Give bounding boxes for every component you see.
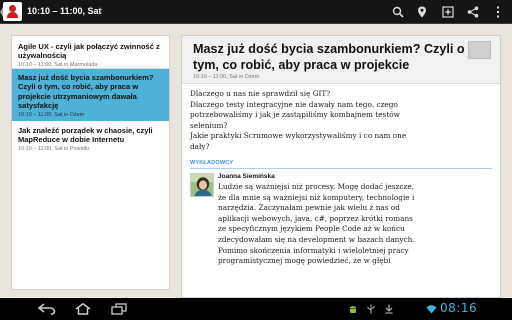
detail-title: Masz już dość bycia szambonurkiem? Czyli… xyxy=(193,42,465,72)
session-meta: 10:10 – 11:00, Sat in Dżem xyxy=(18,111,85,118)
add-calendar-icon xyxy=(442,6,454,18)
wifi-icon xyxy=(426,303,437,314)
detail-header: Masz już dość bycia szambonurkiem? Czyli… xyxy=(182,36,500,84)
session-meta: 10:10 – 11:00, Sat in Marmolada xyxy=(18,61,98,68)
action-bar-title: 10:10 – 11:00, Sat xyxy=(27,6,102,16)
overflow-menu-button[interactable] xyxy=(486,0,510,24)
content-area: Agile UX - czyli jak połączyć zwinność z… xyxy=(0,24,512,298)
session-title: Jak znaleźć porządek w chaosie, czyli Ma… xyxy=(18,126,153,145)
recent-apps-icon xyxy=(111,303,127,315)
speaker-name[interactable]: Joanna Siemińska xyxy=(218,173,275,180)
session-list-item[interactable]: Agile UX - czyli jak połączyć zwinność z… xyxy=(12,39,169,68)
system-bar: 08:16 xyxy=(0,298,512,320)
speaker-avatar[interactable] xyxy=(190,173,214,197)
map-pin-icon xyxy=(418,6,426,18)
session-list-item-selected[interactable]: Masz już dość bycia szambonurkiem? Czyli… xyxy=(12,69,169,121)
add-to-calendar-button[interactable] xyxy=(436,0,460,24)
action-bar: 10:10 – 11:00, Sat xyxy=(0,0,512,24)
usb-icon xyxy=(365,303,376,314)
session-title: Masz już dość bycia szambonurkiem? Czyli… xyxy=(18,73,154,111)
back-icon xyxy=(38,303,56,315)
favorite-button[interactable] xyxy=(468,41,491,59)
speaker-bio: Ludzie są ważniejsi niż procesy. Mogę do… xyxy=(218,182,415,266)
app-logo-icon xyxy=(3,2,22,21)
abstract-paragraph: Jakie praktyki Scrumowe wykorzystywaliśm… xyxy=(190,131,407,151)
share-button[interactable] xyxy=(461,0,485,24)
speakers-section-label: WYKŁADOWCY xyxy=(190,160,234,166)
back-button[interactable] xyxy=(34,300,60,318)
map-button[interactable] xyxy=(410,0,434,24)
detail-abstract: Dlaczego u nas nie sprawdził się GIT? Dl… xyxy=(190,89,416,152)
abstract-paragraph: Dlaczego testy integracyjne nie dawały n… xyxy=(190,99,400,130)
search-icon xyxy=(392,6,404,18)
home-icon xyxy=(75,303,91,315)
session-title: Agile UX - czyli jak połączyć zwinność z… xyxy=(18,42,160,61)
recent-apps-button[interactable] xyxy=(106,300,132,318)
detail-meta: 10:10 – 11:00, Sat in Dżem xyxy=(193,74,260,80)
home-button[interactable] xyxy=(70,300,96,318)
search-button[interactable] xyxy=(386,0,410,24)
session-meta: 10:10 – 11:00, Sat in Powidło xyxy=(18,145,90,152)
android-debug-icon xyxy=(347,303,358,314)
home-up-button[interactable] xyxy=(0,0,24,24)
section-divider xyxy=(190,168,492,169)
session-list[interactable]: Agile UX - czyli jak połączyć zwinność z… xyxy=(11,35,170,290)
status-clock[interactable]: 08:16 xyxy=(440,301,477,315)
session-detail[interactable]: Masz już dość bycia szambonurkiem? Czyli… xyxy=(181,35,501,298)
overflow-menu-icon xyxy=(497,6,499,18)
session-list-item[interactable]: Jak znaleźć porządek w chaosie, czyli Ma… xyxy=(12,123,169,152)
share-icon xyxy=(467,6,479,18)
abstract-paragraph: Dlaczego u nas nie sprawdził się GIT? xyxy=(190,89,331,98)
download-icon xyxy=(383,303,394,314)
